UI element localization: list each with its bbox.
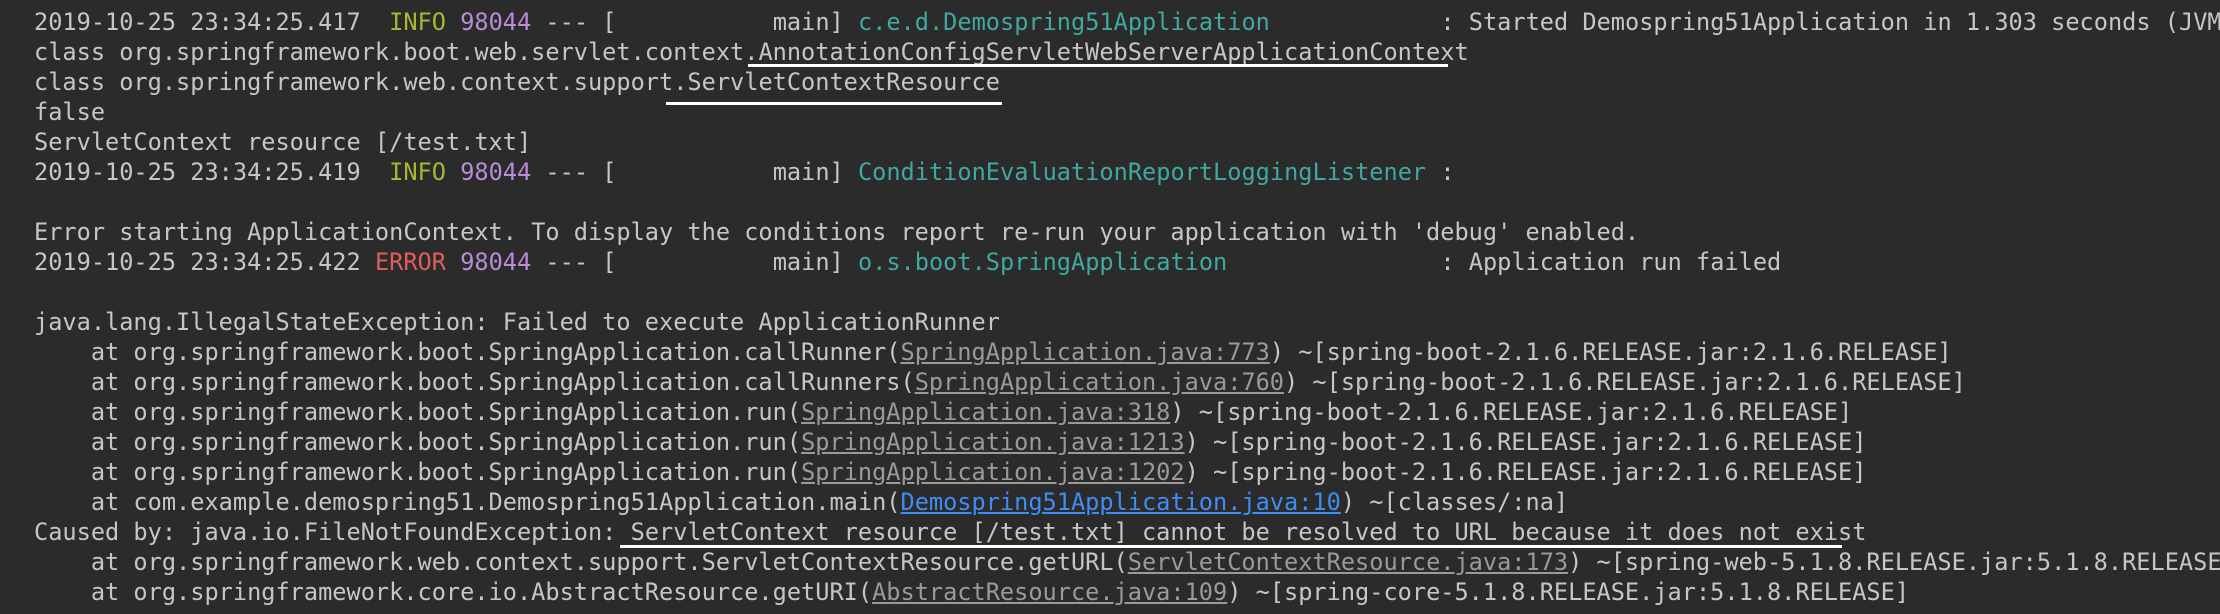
source-link[interactable]: SpringApplication.java:1202 (801, 458, 1185, 486)
stack-frame: at com.example.demospring51.Demospring51… (34, 487, 1568, 517)
padding (1270, 8, 1440, 36)
output-line-resource-class: class org.springframework.web.context.su… (34, 67, 1000, 97)
source-link[interactable]: SpringApplication.java:318 (801, 398, 1170, 426)
frame-method: at org.springframework.boot.SpringApplic… (34, 368, 915, 396)
frame-jar: ) ~[classes/:na] (1340, 488, 1569, 516)
logger-name: o.s.boot.SpringApplication (857, 248, 1228, 276)
caused-by-line: Caused by: java.io.FileNotFoundException… (34, 517, 1866, 547)
user-source-link[interactable]: Demospring51Application.java:10 (900, 488, 1340, 516)
caused-by-prefix: Caused by: java.io.FileNotFoundException… (34, 518, 631, 546)
frame-method: at org.springframework.boot.SpringApplic… (34, 338, 901, 366)
process-id: 98044 (460, 158, 532, 186)
process-id: 98044 (460, 248, 532, 276)
annotation-underline (748, 64, 1448, 67)
process-id: 98044 (460, 8, 532, 36)
thread-name: main] (616, 158, 858, 186)
frame-method: at org.springframework.core.io.AbstractR… (34, 578, 873, 606)
log-line-condition-report: 2019-10-25 23:34:25.419 INFO 98044 --- [… (34, 157, 1455, 187)
frame-jar: ) ~[spring-boot-2.1.6.RELEASE.jar:2.1.6.… (1184, 458, 1867, 486)
source-link[interactable]: AbstractResource.java:109 (872, 578, 1227, 606)
stack-frame: at org.springframework.boot.SpringApplic… (34, 367, 1966, 397)
annotation-underline (666, 102, 1002, 105)
frame-jar: ) ~[spring-boot-2.1.6.RELEASE.jar:2.1.6.… (1184, 428, 1867, 456)
context-class-name: AnnotationConfigServletWebServerApplicat… (758, 38, 1469, 66)
frame-jar: ) ~[spring-web-5.1.8.RELEASE.jar:5.1.8.R… (1568, 548, 2220, 576)
class-prefix: class org.springframework.web.context.su… (34, 68, 688, 96)
log-message: : Application run failed (1440, 248, 1782, 276)
caused-by-message: ServletContext resource [/test.txt] cann… (630, 518, 1867, 546)
log-level-info: INFO (374, 8, 446, 36)
frame-jar: ) ~[spring-boot-2.1.6.RELEASE.jar:2.1.6.… (1170, 398, 1853, 426)
log-level-info: INFO (374, 158, 446, 186)
source-link[interactable]: SpringApplication.java:760 (915, 368, 1284, 396)
frame-jar: ) ~[spring-core-5.1.8.RELEASE.jar:5.1.8.… (1227, 578, 1910, 606)
frame-method: at org.springframework.boot.SpringApplic… (34, 458, 802, 486)
timestamp: 2019-10-25 23:34:25.417 (34, 8, 361, 36)
stack-frame: at org.springframework.boot.SpringApplic… (34, 427, 1867, 457)
output-line-context-class: class org.springframework.boot.web.servl… (34, 37, 1469, 67)
log-message: : (1426, 158, 1455, 186)
source-link[interactable]: SpringApplication.java:773 (900, 338, 1269, 366)
frame-jar: ) ~[spring-boot-2.1.6.RELEASE.jar:2.1.6.… (1284, 368, 1966, 396)
stack-frame: at org.springframework.boot.SpringApplic… (34, 337, 1952, 367)
stack-frame: at org.springframework.boot.SpringApplic… (34, 457, 1867, 487)
output-line-false: false (34, 98, 106, 126)
stack-frame: at org.springframework.web.context.suppo… (34, 547, 2220, 577)
log-line-run-failed: 2019-10-25 23:34:25.422 ERROR 98044 --- … (34, 247, 1781, 277)
timestamp: 2019-10-25 23:34:25.419 (34, 158, 361, 186)
thread-name: main] (616, 248, 858, 276)
frame-jar: ) ~[spring-boot-2.1.6.RELEASE.jar:2.1.6.… (1269, 338, 1952, 366)
log-level-error: ERROR (374, 248, 446, 276)
separator: --- [ (531, 158, 617, 186)
log-line-started: 2019-10-25 23:34:25.417 INFO 98044 --- [… (34, 7, 2220, 37)
separator: --- [ (531, 248, 617, 276)
frame-method: at org.springframework.web.context.suppo… (34, 548, 1128, 576)
frame-method: at org.springframework.boot.SpringApplic… (34, 398, 802, 426)
frame-method: at com.example.demospring51.Demospring51… (34, 488, 901, 516)
source-link[interactable]: ServletContextResource.java:173 (1128, 548, 1568, 576)
exception-line: java.lang.IllegalStateException: Failed … (34, 308, 1000, 336)
stack-frame: at org.springframework.boot.SpringApplic… (34, 397, 1852, 427)
output-line-resource: ServletContext resource [/test.txt] (34, 128, 532, 156)
padding (1227, 248, 1440, 276)
class-prefix: class org.springframework.boot.web.servl… (34, 38, 759, 66)
source-link[interactable]: SpringApplication.java:1213 (801, 428, 1185, 456)
log-message: : Started Demospring51Application in 1.3… (1440, 8, 2220, 36)
thread-name: main] (616, 8, 858, 36)
console-output: 2019-10-25 23:34:25.417 INFO 98044 --- [… (0, 0, 2220, 614)
stack-frame: at org.springframework.core.io.AbstractR… (34, 577, 1909, 607)
output-line-error-starting: Error starting ApplicationContext. To di… (34, 218, 1640, 246)
annotation-underline (620, 545, 1842, 548)
timestamp: 2019-10-25 23:34:25.422 (34, 248, 361, 276)
logger-name: ConditionEvaluationReportLoggingListener (857, 158, 1427, 186)
frame-method: at org.springframework.boot.SpringApplic… (34, 428, 802, 456)
resource-class-name: ServletContextResource (687, 68, 1000, 96)
logger-name: c.e.d.Demospring51Application (857, 8, 1270, 36)
separator: --- [ (531, 8, 617, 36)
